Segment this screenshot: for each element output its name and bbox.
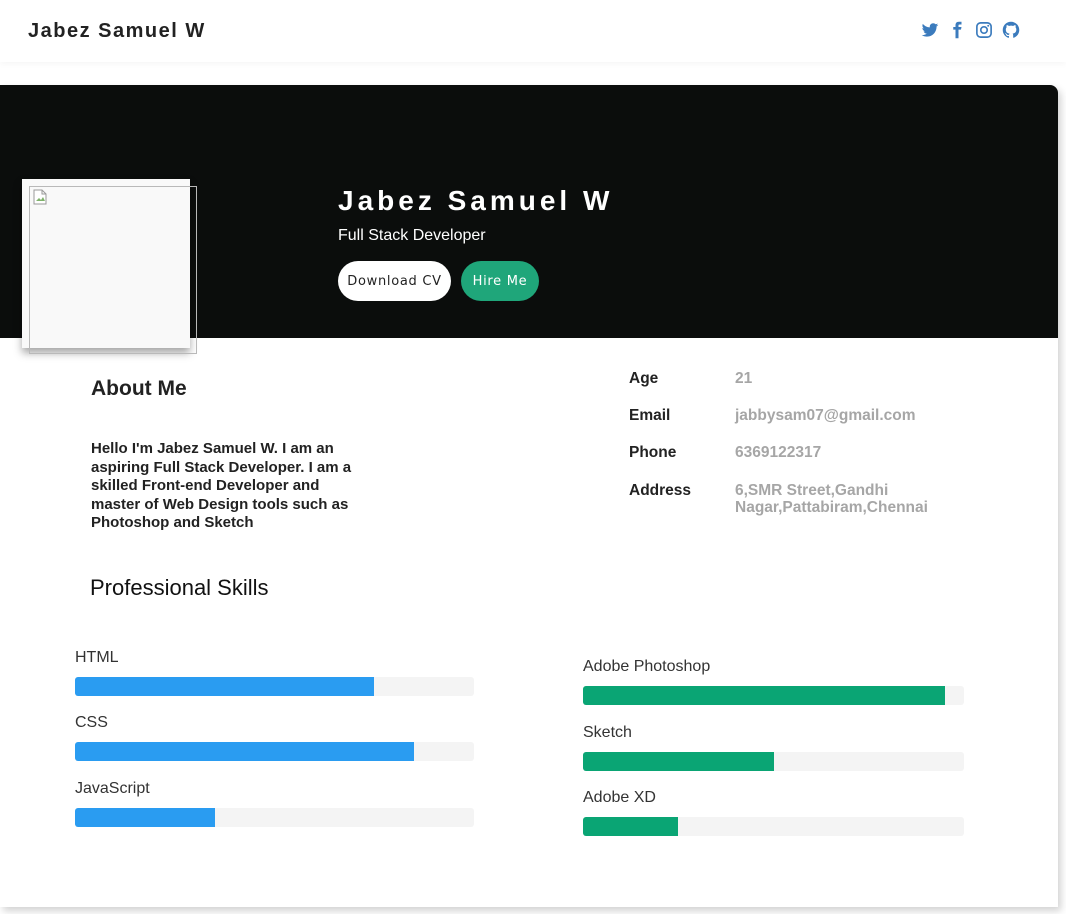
skill-bar-javascript: [75, 808, 474, 827]
skill-bar-fill: [583, 686, 945, 705]
skill-label-photoshop: Adobe Photoshop: [583, 658, 711, 675]
skill-bar-adobe-xd: [583, 817, 964, 836]
broken-image-icon: [33, 189, 47, 205]
skill-label-javascript: JavaScript: [75, 780, 150, 797]
profile-photo: [29, 186, 197, 354]
about-text: Hello I'm Jabez Samuel W. I am an aspiri…: [91, 440, 352, 532]
skills-title: Professional Skills: [90, 575, 269, 600]
skill-bar-css: [75, 742, 474, 761]
hire-me-button[interactable]: Hire Me: [461, 261, 539, 301]
info-value: jabbysam07@gmail.com: [735, 407, 916, 424]
info-value: 21: [735, 370, 753, 387]
hero-name: Jabez Samuel W: [338, 185, 614, 216]
github-icon[interactable]: [1002, 21, 1020, 39]
hero-role: Full Stack Developer: [338, 227, 486, 244]
info-value: 6,SMR Street,Gandhi Nagar,Pattabiram,Che…: [735, 482, 928, 516]
twitter-icon[interactable]: [921, 21, 939, 39]
skill-bar-html: [75, 677, 474, 696]
skill-bar-fill: [583, 817, 679, 836]
info-label: Email: [629, 407, 671, 424]
info-row-age: Age 21: [629, 370, 959, 388]
skill-bar-fill: [75, 808, 215, 827]
profile-card: Jabez Samuel W Full Stack Developer Down…: [0, 85, 1058, 907]
skill-bar-fill: [75, 742, 415, 761]
info-label: Age: [629, 370, 659, 387]
instagram-icon[interactable]: [975, 21, 993, 39]
profile-photo-frame: [22, 179, 197, 354]
social-links: [921, 21, 1020, 39]
skill-label-sketch: Sketch: [583, 724, 632, 741]
brand-name[interactable]: Jabez Samuel W: [28, 20, 206, 43]
info-label: Address: [629, 482, 692, 499]
download-cv-button[interactable]: Download CV: [338, 261, 451, 301]
info-row-phone: Phone 6369122317: [629, 444, 959, 462]
skill-label-html: HTML: [75, 649, 119, 666]
skill-bar-photoshop: [583, 686, 964, 705]
info-label: Phone: [629, 444, 677, 461]
skill-bar-fill: [583, 752, 774, 771]
facebook-icon[interactable]: [948, 21, 966, 39]
info-value: 6369122317: [735, 444, 822, 461]
info-row-address: Address 6,SMR Street,Gandhi Nagar,Pattab…: [629, 482, 959, 516]
about-title: About Me: [91, 377, 187, 400]
skill-label-adobe-xd: Adobe XD: [583, 789, 656, 806]
skill-bar-fill: [75, 677, 375, 696]
skill-bar-sketch: [583, 752, 964, 771]
skill-label-css: CSS: [75, 714, 108, 731]
info-row-email: Email jabbysam07@gmail.com: [629, 407, 959, 425]
navbar: Jabez Samuel W: [0, 0, 1066, 62]
